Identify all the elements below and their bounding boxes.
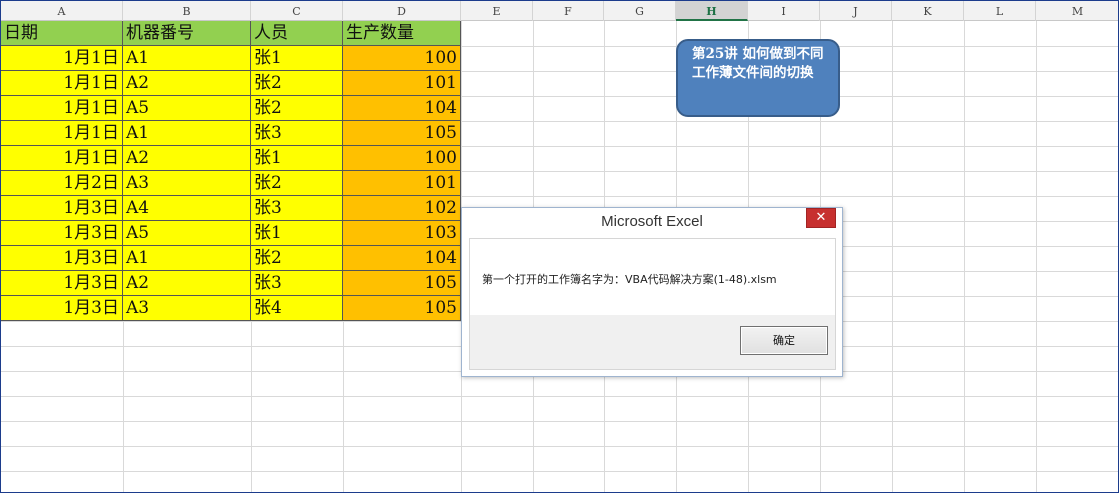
machine-cell[interactable]: A5: [123, 96, 251, 121]
header-cell-person[interactable]: 人员: [251, 21, 343, 46]
person-cell[interactable]: 张1: [251, 221, 343, 246]
quantity-cell[interactable]: 103: [343, 221, 461, 246]
column-header-c[interactable]: C: [251, 1, 343, 21]
machine-cell[interactable]: A1: [123, 121, 251, 146]
lesson-callout-shape[interactable]: 第25讲 如何做到不同工作薄文件间的切换: [676, 39, 840, 117]
column-header-j[interactable]: J: [820, 1, 892, 21]
quantity-cell[interactable]: 101: [343, 71, 461, 96]
person-cell[interactable]: 张2: [251, 71, 343, 96]
quantity-cell[interactable]: 104: [343, 96, 461, 121]
dialog-title: Microsoft Excel: [601, 213, 703, 230]
person-cell[interactable]: 张3: [251, 196, 343, 221]
column-header-e[interactable]: E: [461, 1, 533, 21]
dialog-footer: 确定: [470, 315, 835, 369]
date-cell[interactable]: 1月3日: [1, 246, 123, 271]
person-cell[interactable]: 张3: [251, 121, 343, 146]
ok-button[interactable]: 确定: [740, 326, 828, 355]
dialog-message: 第一个打开的工作簿名字为：VBA代码解决方案(1-48).xlsm: [482, 273, 777, 286]
column-header-g[interactable]: G: [604, 1, 676, 21]
person-cell[interactable]: 张2: [251, 96, 343, 121]
machine-cell[interactable]: A2: [123, 71, 251, 96]
quantity-cell[interactable]: 105: [343, 121, 461, 146]
date-cell[interactable]: 1月3日: [1, 271, 123, 296]
quantity-cell[interactable]: 105: [343, 271, 461, 296]
machine-cell[interactable]: A5: [123, 221, 251, 246]
dialog-body: 第一个打开的工作簿名字为：VBA代码解决方案(1-48).xlsm 确定: [469, 238, 836, 370]
date-cell[interactable]: 1月3日: [1, 296, 123, 321]
callout-text: 第25讲 如何做到不同工作薄文件间的切换: [692, 46, 824, 81]
quantity-cell[interactable]: 105: [343, 296, 461, 321]
column-header-l[interactable]: L: [964, 1, 1036, 21]
machine-cell[interactable]: A3: [123, 171, 251, 196]
quantity-cell[interactable]: 100: [343, 46, 461, 71]
date-cell[interactable]: 1月3日: [1, 196, 123, 221]
date-cell[interactable]: 1月1日: [1, 96, 123, 121]
person-cell[interactable]: 张1: [251, 46, 343, 71]
date-cell[interactable]: 1月1日: [1, 71, 123, 96]
date-cell[interactable]: 1月1日: [1, 121, 123, 146]
column-header-i[interactable]: I: [748, 1, 820, 21]
machine-cell[interactable]: A3: [123, 296, 251, 321]
machine-cell[interactable]: A1: [123, 246, 251, 271]
person-cell[interactable]: 张4: [251, 296, 343, 321]
message-box-dialog: Microsoft Excel ✕ 第一个打开的工作簿名字为：VBA代码解决方案…: [461, 207, 843, 377]
column-header-h[interactable]: H: [676, 1, 748, 21]
column-header-k[interactable]: K: [892, 1, 964, 21]
machine-cell[interactable]: A2: [123, 271, 251, 296]
date-cell[interactable]: 1月1日: [1, 146, 123, 171]
person-cell[interactable]: 张1: [251, 146, 343, 171]
column-header-a[interactable]: A: [1, 1, 123, 21]
close-icon[interactable]: ✕: [806, 208, 836, 228]
machine-cell[interactable]: A1: [123, 46, 251, 71]
quantity-cell[interactable]: 102: [343, 196, 461, 221]
header-cell-quantity[interactable]: 生产数量: [343, 21, 461, 46]
date-cell[interactable]: 1月3日: [1, 221, 123, 246]
header-cell-date[interactable]: 日期: [1, 21, 123, 46]
date-cell[interactable]: 1月2日: [1, 171, 123, 196]
header-cell-machine[interactable]: 机器番号: [123, 21, 251, 46]
machine-cell[interactable]: A2: [123, 146, 251, 171]
column-header-f[interactable]: F: [533, 1, 604, 21]
quantity-cell[interactable]: 104: [343, 246, 461, 271]
quantity-cell[interactable]: 100: [343, 146, 461, 171]
column-headers: A B C D E F G H I J K L M: [1, 1, 1118, 21]
date-cell[interactable]: 1月1日: [1, 46, 123, 71]
column-header-m[interactable]: M: [1036, 1, 1118, 21]
person-cell[interactable]: 张2: [251, 246, 343, 271]
excel-window: A B C D E F G H I J K L M 日期 机器番号 人员 生产数…: [0, 0, 1119, 493]
person-cell[interactable]: 张2: [251, 171, 343, 196]
column-header-b[interactable]: B: [123, 1, 251, 21]
quantity-cell[interactable]: 101: [343, 171, 461, 196]
column-header-d[interactable]: D: [343, 1, 461, 21]
machine-cell[interactable]: A4: [123, 196, 251, 221]
person-cell[interactable]: 张3: [251, 271, 343, 296]
